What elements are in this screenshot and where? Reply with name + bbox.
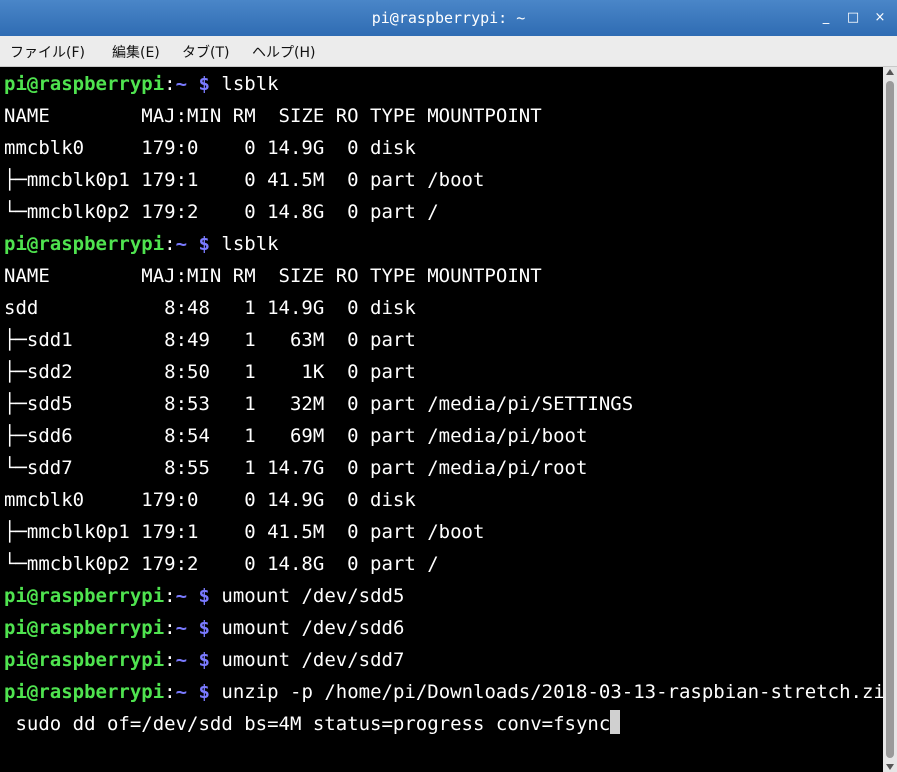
scroll-up-icon[interactable] [886, 69, 894, 75]
prompt-path: ~ [175, 73, 188, 95]
prompt-separator: : [164, 681, 176, 703]
prompt-user: pi@raspberrypi [4, 681, 165, 703]
output-line: └─mmcblk0p2 179:2 0 14.8G 0 part / [4, 196, 439, 228]
menu-bar: ファイル(F) 編集(E) タブ(T) ヘルプ(H) [0, 36, 897, 67]
menu-help[interactable]: ヘルプ(H) [252, 42, 315, 62]
menu-tabs[interactable]: タブ(T) [182, 42, 229, 62]
prompt-line: pi@raspberrypi:~ $ lsblk [4, 68, 279, 100]
prompt-dollar: $ [187, 73, 210, 95]
output-line: ├─mmcblk0p1 179:1 0 41.5M 0 part /boot [4, 164, 484, 196]
prompt-dollar: $ [187, 233, 210, 255]
prompt-dollar: $ [187, 585, 210, 607]
maximize-icon[interactable]: □ [845, 10, 861, 26]
output-line: mmcblk0 179:0 0 14.9G 0 disk [4, 484, 416, 516]
output-line: NAME MAJ:MIN RM SIZE RO TYPE MOUNTPOINT [4, 260, 542, 292]
prompt-path: ~ [175, 649, 188, 671]
output-line: ├─sdd2 8:50 1 1K 0 part [4, 356, 416, 388]
output-text: └─mmcblk0p2 179:2 0 14.8G 0 part / [4, 553, 439, 575]
prompt-user: pi@raspberrypi [4, 649, 165, 671]
output-line: sudo dd of=/dev/sdd bs=4M status=progres… [4, 708, 621, 740]
output-line: ├─mmcblk0p1 179:1 0 41.5M 0 part /boot [4, 516, 484, 548]
output-text: ├─sdd2 8:50 1 1K 0 part [4, 361, 416, 383]
output-text: mmcblk0 179:0 0 14.9G 0 disk [4, 489, 416, 511]
output-text: └─mmcblk0p2 179:2 0 14.8G 0 part / [4, 201, 439, 223]
output-text: NAME MAJ:MIN RM SIZE RO TYPE MOUNTPOINT [4, 105, 542, 127]
command-text: umount /dev/sdd7 [209, 649, 405, 671]
output-text: mmcblk0 179:0 0 14.9G 0 disk [4, 137, 416, 159]
prompt-dollar: $ [187, 649, 210, 671]
prompt-separator: : [164, 233, 176, 255]
output-text: sudo dd of=/dev/sdd bs=4M status=progres… [4, 713, 611, 735]
command-text: umount /dev/sdd5 [209, 585, 405, 607]
output-line: ├─sdd1 8:49 1 63M 0 part [4, 324, 416, 356]
title-bar[interactable]: pi@raspberrypi: ~ _ □ × [0, 0, 897, 36]
output-line: NAME MAJ:MIN RM SIZE RO TYPE MOUNTPOINT [4, 100, 542, 132]
window-title: pi@raspberrypi: ~ [371, 9, 526, 27]
command-text: lsblk [209, 73, 279, 95]
menu-file[interactable]: ファイル(F) [10, 42, 85, 62]
prompt-path: ~ [175, 681, 188, 703]
output-text: NAME MAJ:MIN RM SIZE RO TYPE MOUNTPOINT [4, 265, 542, 287]
text-cursor [610, 710, 621, 734]
output-text: ├─sdd6 8:54 1 69M 0 part /media/pi/boot [4, 425, 588, 447]
output-line: mmcblk0 179:0 0 14.9G 0 disk [4, 132, 416, 164]
scroll-down-icon[interactable] [886, 764, 894, 770]
output-text: ├─sdd5 8:53 1 32M 0 part /media/pi/SETTI… [4, 393, 634, 415]
prompt-user: pi@raspberrypi [4, 73, 165, 95]
prompt-user: pi@raspberrypi [4, 233, 165, 255]
prompt-separator: : [164, 73, 176, 95]
output-line: sdd 8:48 1 14.9G 0 disk [4, 292, 416, 324]
prompt-line: pi@raspberrypi:~ $ umount /dev/sdd7 [4, 644, 404, 676]
output-text: sdd 8:48 1 14.9G 0 disk [4, 297, 416, 319]
close-icon[interactable]: × [872, 10, 888, 26]
prompt-separator: : [164, 649, 176, 671]
terminal-output[interactable]: pi@raspberrypi:~ $ lsblk NAME MAJ:MIN RM … [0, 67, 883, 772]
output-text: ├─sdd1 8:49 1 63M 0 part [4, 329, 416, 351]
output-line: └─mmcblk0p2 179:2 0 14.8G 0 part / [4, 548, 439, 580]
output-text: ├─mmcblk0p1 179:1 0 41.5M 0 part /boot [4, 169, 485, 191]
command-text: lsblk [209, 233, 279, 255]
scrollbar[interactable] [883, 67, 897, 772]
menu-edit[interactable]: 編集(E) [112, 42, 160, 62]
output-line: ├─sdd6 8:54 1 69M 0 part /media/pi/boot [4, 420, 587, 452]
prompt-line: pi@raspberrypi:~ $ unzip -p /home/pi/Dow… [4, 676, 883, 708]
prompt-user: pi@raspberrypi [4, 617, 165, 639]
prompt-line: pi@raspberrypi:~ $ umount /dev/sdd5 [4, 580, 404, 612]
output-line: └─sdd7 8:55 1 14.7G 0 part /media/pi/roo… [4, 452, 587, 484]
prompt-path: ~ [175, 585, 188, 607]
prompt-path: ~ [175, 233, 188, 255]
scroll-thumb[interactable] [886, 81, 894, 758]
prompt-user: pi@raspberrypi [4, 585, 165, 607]
prompt-line: pi@raspberrypi:~ $ umount /dev/sdd6 [4, 612, 404, 644]
output-text: ├─mmcblk0p1 179:1 0 41.5M 0 part /boot [4, 521, 485, 543]
prompt-path: ~ [175, 617, 188, 639]
prompt-dollar: $ [187, 617, 210, 639]
command-text: unzip -p /home/pi/Downloads/2018-03-13-r… [209, 681, 883, 703]
command-text: umount /dev/sdd6 [209, 617, 405, 639]
output-text: └─sdd7 8:55 1 14.7G 0 part /media/pi/roo… [4, 457, 588, 479]
prompt-separator: : [164, 585, 176, 607]
output-line: ├─sdd5 8:53 1 32M 0 part /media/pi/SETTI… [4, 388, 633, 420]
prompt-dollar: $ [187, 681, 210, 703]
prompt-line: pi@raspberrypi:~ $ lsblk [4, 228, 279, 260]
minimize-icon[interactable]: _ [818, 10, 834, 26]
prompt-separator: : [164, 617, 176, 639]
